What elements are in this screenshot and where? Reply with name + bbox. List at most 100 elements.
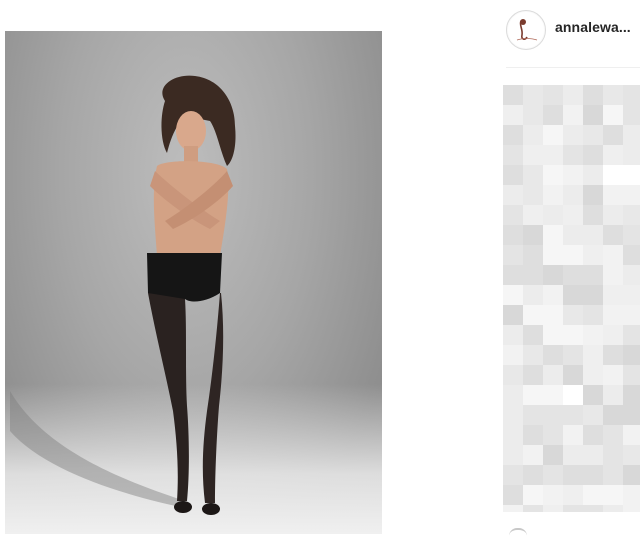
mosaic-cell (503, 425, 523, 445)
mosaic-cell (623, 505, 640, 512)
mosaic-cell (563, 445, 583, 465)
mosaic-cell (603, 505, 623, 512)
mosaic-cell (603, 325, 623, 345)
mosaic-cell (503, 85, 523, 105)
mosaic-cell (563, 425, 583, 445)
mosaic-cell (623, 305, 640, 325)
mosaic-cell (603, 185, 623, 205)
mosaic-cell (603, 405, 623, 425)
mosaic-cell (603, 385, 623, 405)
mosaic-cell (623, 205, 640, 225)
mosaic-cell (543, 405, 563, 425)
heart-icon[interactable] (509, 528, 527, 536)
mosaic-cell (523, 445, 543, 465)
mosaic-cell (603, 245, 623, 265)
blurred-comments-area (503, 85, 640, 512)
mosaic-cell (543, 225, 563, 245)
mosaic-cell (563, 125, 583, 145)
mosaic-cell (503, 445, 523, 465)
mosaic-cell (583, 245, 603, 265)
mosaic-cell (503, 505, 523, 512)
mosaic-cell (623, 85, 640, 105)
mosaic-cell (543, 345, 563, 365)
mosaic-cell (503, 305, 523, 325)
mosaic-cell (563, 405, 583, 425)
mosaic-cell (503, 265, 523, 285)
mosaic-cell (503, 185, 523, 205)
mosaic-cell (503, 125, 523, 145)
mosaic-cell (503, 405, 523, 425)
author-username[interactable]: annalewa... (555, 19, 631, 35)
mosaic-cell (523, 205, 543, 225)
mosaic-cell (503, 345, 523, 365)
mosaic-cell (623, 465, 640, 485)
mosaic-cell (503, 285, 523, 305)
avatar-logo-icon (508, 12, 544, 48)
mosaic-cell (523, 185, 543, 205)
mosaic-cell (603, 145, 623, 165)
mosaic-cell (603, 465, 623, 485)
mosaic-cell (543, 485, 563, 505)
mosaic-cell (583, 125, 603, 145)
mosaic-cell (623, 225, 640, 245)
mosaic-cell (563, 165, 583, 185)
mosaic-cell (583, 505, 603, 512)
mosaic-cell (503, 465, 523, 485)
mosaic-cell (543, 305, 563, 325)
mosaic-cell (523, 165, 543, 185)
mosaic-cell (543, 145, 563, 165)
mosaic-cell (583, 165, 603, 185)
author-avatar[interactable] (506, 10, 546, 50)
mosaic-cell (623, 405, 640, 425)
mosaic-cell (543, 325, 563, 345)
mosaic-cell (563, 325, 583, 345)
mosaic-cell (563, 85, 583, 105)
mosaic-cell (563, 145, 583, 165)
mosaic-cell (563, 245, 583, 265)
mosaic-cell (603, 205, 623, 225)
mosaic-cell (583, 225, 603, 245)
mosaic-cell (563, 345, 583, 365)
mosaic-cell (523, 305, 543, 325)
mosaic-cell (523, 345, 543, 365)
mosaic-cell (523, 85, 543, 105)
mosaic-cell (583, 345, 603, 365)
mosaic-cell (623, 285, 640, 305)
mosaic-cell (583, 445, 603, 465)
mosaic-cell (543, 245, 563, 265)
mosaic-cell (583, 265, 603, 285)
mosaic-cell (563, 305, 583, 325)
post-photo[interactable] (5, 31, 382, 534)
mosaic-cell (623, 145, 640, 165)
mosaic-cell (543, 365, 563, 385)
mosaic-cell (503, 365, 523, 385)
mosaic-cell (603, 485, 623, 505)
mosaic-cell (583, 465, 603, 485)
mosaic-cell (623, 385, 640, 405)
mosaic-cell (623, 425, 640, 445)
mosaic-cell (523, 405, 543, 425)
mosaic-cell (503, 205, 523, 225)
mosaic-cell (543, 185, 563, 205)
mosaic-cell (543, 425, 563, 445)
mosaic-cell (543, 385, 563, 405)
mosaic-cell (543, 125, 563, 145)
mosaic-cell (503, 165, 523, 185)
mosaic-cell (503, 325, 523, 345)
mosaic-cell (523, 365, 543, 385)
mosaic-cell (503, 385, 523, 405)
mosaic-cell (563, 365, 583, 385)
mosaic-cell (583, 205, 603, 225)
mosaic-cell (543, 505, 563, 512)
mosaic-cell (603, 305, 623, 325)
mosaic-cell (523, 285, 543, 305)
mosaic-cell (523, 125, 543, 145)
mosaic-cell (563, 505, 583, 512)
mosaic-cell (623, 325, 640, 345)
mosaic-cell (563, 265, 583, 285)
mosaic-cell (523, 145, 543, 165)
mosaic-cell (583, 305, 603, 325)
header-divider (506, 67, 640, 68)
mosaic-cell (543, 105, 563, 125)
mosaic-highlight (603, 165, 640, 185)
